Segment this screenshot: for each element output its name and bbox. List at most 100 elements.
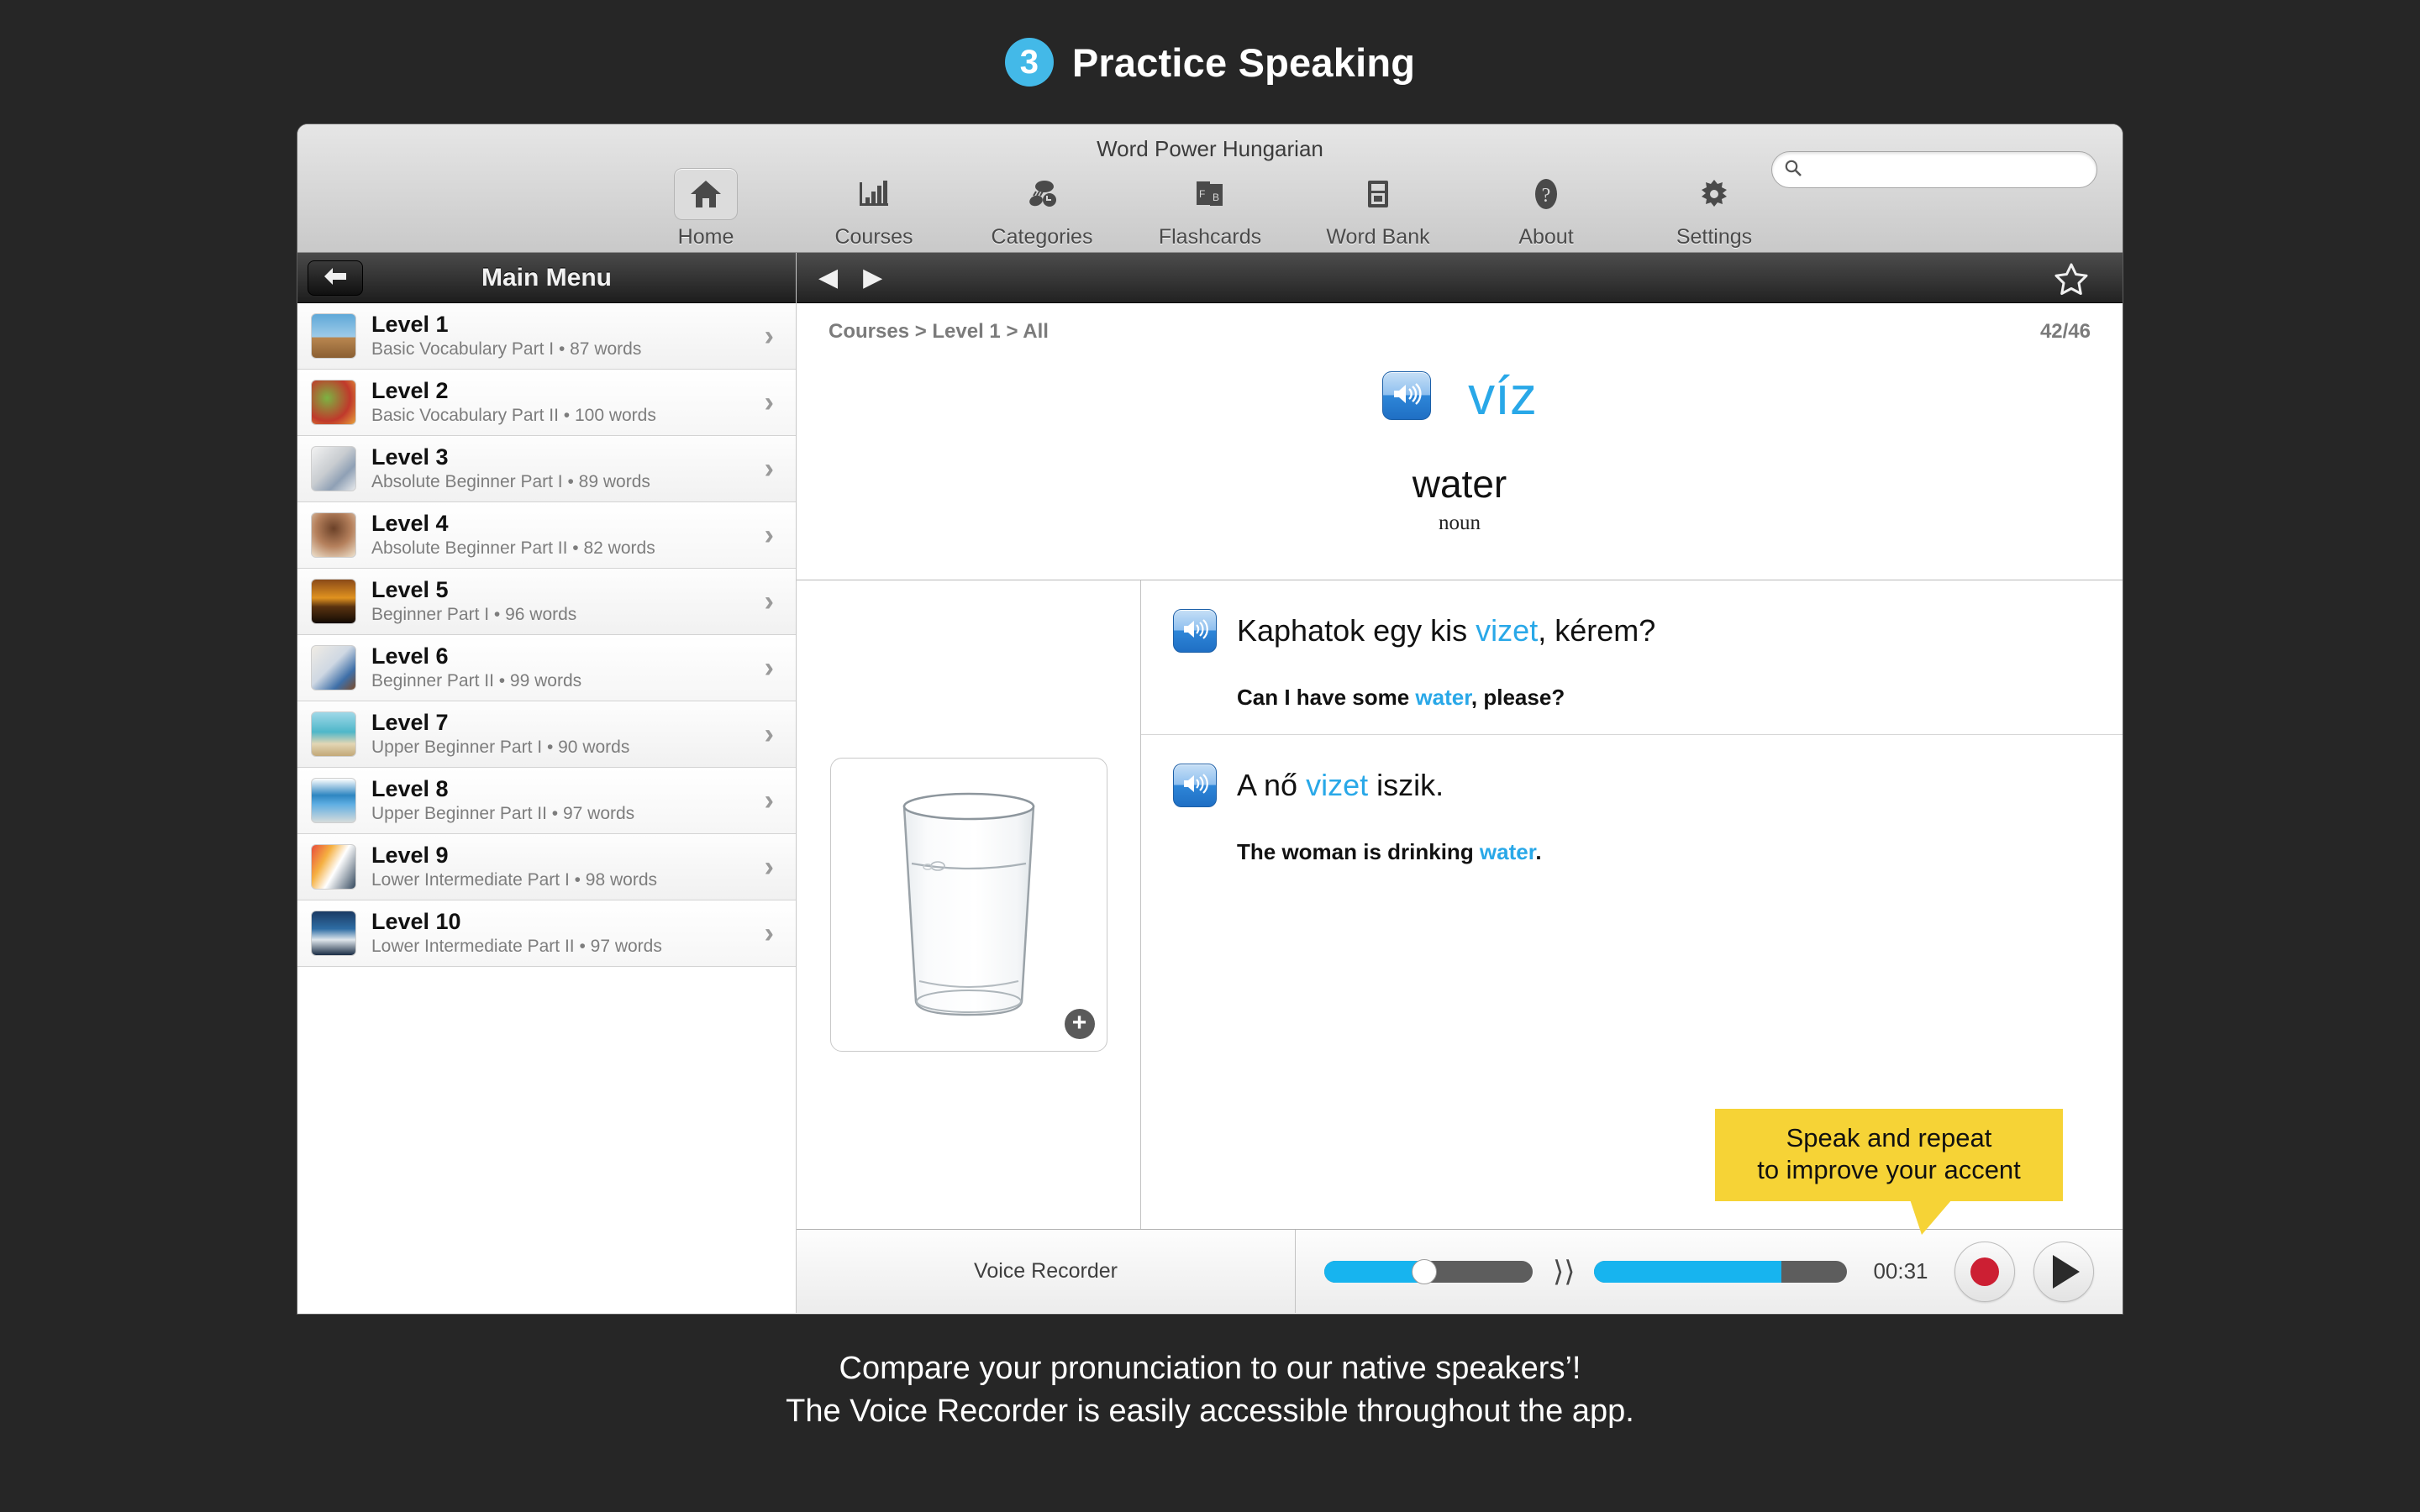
plus-circle-icon[interactable]: + bbox=[1064, 1009, 1095, 1039]
chevron-right-icon: › bbox=[764, 917, 774, 949]
sentence-target-before: Kaphatok egy kis bbox=[1237, 613, 1476, 648]
playback-time: 00:31 bbox=[1873, 1258, 1928, 1284]
list-item[interactable]: Level 6 Beginner Part II • 99 words › bbox=[297, 635, 796, 701]
step-banner: 3 Practice Speaking bbox=[0, 0, 2420, 124]
headword-row: víz bbox=[797, 369, 2123, 423]
caption-line-1: Compare your pronunciation to our native… bbox=[839, 1351, 1581, 1386]
sentence-target-after: iszik. bbox=[1368, 768, 1444, 802]
back-button[interactable] bbox=[308, 260, 363, 296]
sentence-target-row: A nő vizet iszik. bbox=[1173, 764, 2123, 807]
example-sentence-1: Kaphatok egy kis vizet, kérem? Can I hav… bbox=[1141, 580, 2123, 734]
sentence-audio-button-2[interactable] bbox=[1173, 764, 1217, 807]
sentence-audio-button-1[interactable] bbox=[1173, 609, 1217, 653]
headword-audio-button[interactable] bbox=[1382, 371, 1432, 420]
level-thumbnail bbox=[311, 512, 356, 558]
toolbar-label-word-bank: Word Bank bbox=[1326, 225, 1430, 249]
prev-arrow-icon[interactable]: ◀ bbox=[818, 265, 838, 291]
word-image-card[interactable]: + bbox=[829, 758, 1107, 1052]
next-arrow-icon[interactable]: ▶ bbox=[863, 265, 882, 291]
volume-knob[interactable] bbox=[1412, 1258, 1438, 1284]
level-text: Level 6 Beginner Part II • 99 words bbox=[371, 643, 765, 692]
sentence-english-text: Can I have some water, please? bbox=[1237, 685, 2123, 711]
toolbar-item-flashcards[interactable]: F B Flashcards bbox=[1126, 165, 1294, 249]
callout-line-1: Speak and repeat bbox=[1786, 1123, 1992, 1152]
level-subtitle: Lower Intermediate Part II • 97 words bbox=[371, 937, 662, 957]
speaker-icon bbox=[1181, 618, 1208, 644]
flashcards-icon: F B bbox=[1178, 168, 1242, 220]
level-subtitle: Beginner Part II • 99 words bbox=[371, 671, 582, 691]
list-item[interactable]: Level 4 Absolute Beginner Part II • 82 w… bbox=[297, 502, 796, 569]
sentence-english-before: The woman is drinking bbox=[1237, 839, 1480, 864]
volume-fill bbox=[1324, 1260, 1425, 1283]
toolbar-item-word-bank[interactable]: Word Bank bbox=[1294, 165, 1462, 249]
categories-icon bbox=[1010, 168, 1074, 220]
playback-progress-slider[interactable] bbox=[1593, 1260, 1847, 1283]
list-item[interactable]: Level 2 Basic Vocabulary Part II • 100 w… bbox=[297, 370, 796, 436]
level-subtitle: Absolute Beginner Part I • 89 words bbox=[371, 472, 650, 492]
sound-wave-icon: ⟩⟩ bbox=[1553, 1255, 1576, 1288]
chevron-right-icon: › bbox=[764, 851, 774, 883]
sentence-english-after: . bbox=[1535, 839, 1542, 864]
list-item[interactable]: Level 9 Lower Intermediate Part I • 98 w… bbox=[297, 834, 796, 900]
app-toolbar: Word Power Hungarian Home Courses Catego… bbox=[297, 124, 2123, 253]
toolbar-item-categories[interactable]: Categories bbox=[958, 165, 1126, 249]
chevron-right-icon: › bbox=[764, 453, 774, 485]
level-name: Level 3 bbox=[371, 444, 449, 470]
sidebar-title: Main Menu bbox=[481, 263, 612, 291]
home-icon bbox=[674, 168, 738, 220]
level-subtitle: Absolute Beginner Part II • 82 words bbox=[371, 538, 655, 559]
sentence-target-row: Kaphatok egy kis vizet, kérem? bbox=[1173, 609, 2123, 653]
breadcrumb[interactable]: Courses > Level 1 > All bbox=[829, 320, 1049, 344]
chevron-right-icon: › bbox=[764, 519, 774, 551]
toolbar-item-about[interactable]: ? About bbox=[1462, 165, 1630, 249]
list-item[interactable]: Level 3 Absolute Beginner Part I • 89 wo… bbox=[297, 436, 796, 502]
level-name: Level 9 bbox=[371, 842, 449, 868]
level-list: Level 1 Basic Vocabulary Part I • 87 wor… bbox=[297, 303, 796, 967]
favorite-button[interactable] bbox=[2054, 262, 2089, 300]
level-name: Level 8 bbox=[371, 775, 449, 801]
level-thumbnail bbox=[311, 380, 356, 425]
toolbar-label-categories: Categories bbox=[991, 225, 1093, 249]
level-name: Level 7 bbox=[371, 709, 449, 735]
list-item[interactable]: Level 10 Lower Intermediate Part II • 97… bbox=[297, 900, 796, 967]
level-text: Level 2 Basic Vocabulary Part II • 100 w… bbox=[371, 377, 765, 427]
sentence-target-text: Kaphatok egy kis vizet, kérem? bbox=[1237, 609, 1655, 652]
footer-caption: Compare your pronunciation to our native… bbox=[0, 1347, 2420, 1432]
search-icon bbox=[1784, 159, 1802, 181]
level-text: Level 1 Basic Vocabulary Part I • 87 wor… bbox=[371, 312, 765, 360]
list-item[interactable]: Level 8 Upper Beginner Part II • 97 word… bbox=[297, 768, 796, 834]
search-box[interactable] bbox=[1771, 151, 2097, 188]
part-of-speech: noun bbox=[1439, 512, 1481, 534]
playback-progress-fill bbox=[1593, 1260, 1781, 1283]
chevron-right-icon: › bbox=[764, 585, 774, 617]
list-item[interactable]: Level 1 Basic Vocabulary Part I • 87 wor… bbox=[297, 303, 796, 370]
step-title: Practice Speaking bbox=[1071, 39, 1416, 85]
search-input[interactable] bbox=[1809, 159, 2085, 181]
level-name: Level 6 bbox=[371, 643, 449, 669]
voice-recorder-label: Voice Recorder bbox=[797, 1230, 1296, 1313]
level-subtitle: Beginner Part I • 96 words bbox=[371, 605, 577, 625]
level-subtitle: Basic Vocabulary Part II • 100 words bbox=[371, 406, 656, 426]
chevron-right-icon: › bbox=[764, 785, 774, 816]
play-button[interactable] bbox=[2033, 1241, 2094, 1302]
bar-chart-icon bbox=[842, 168, 906, 220]
level-name: Level 4 bbox=[371, 510, 449, 536]
list-item[interactable]: Level 7 Upper Beginner Part I • 90 words… bbox=[297, 701, 796, 768]
gloss-text: water bbox=[1412, 462, 1507, 506]
chevron-right-icon: › bbox=[764, 320, 774, 352]
level-subtitle: Upper Beginner Part II • 97 words bbox=[371, 804, 635, 824]
content-nav-bar: ◀ ▶ bbox=[797, 253, 2123, 303]
record-button[interactable] bbox=[1954, 1241, 2015, 1302]
level-name: Level 1 bbox=[371, 311, 449, 337]
list-item[interactable]: Level 5 Beginner Part I • 96 words › bbox=[297, 569, 796, 635]
level-thumbnail bbox=[311, 579, 356, 624]
sentence-target-text: A nő vizet iszik. bbox=[1237, 764, 1444, 806]
sentence-target-after: , kérem? bbox=[1538, 613, 1656, 648]
callout-line-2: to improve your accent bbox=[1757, 1154, 2021, 1184]
speaker-icon bbox=[1181, 773, 1208, 799]
toolbar-item-home[interactable]: Home bbox=[622, 165, 790, 249]
toolbar-item-courses[interactable]: Courses bbox=[790, 165, 958, 249]
level-name: Level 2 bbox=[371, 377, 449, 403]
volume-slider[interactable] bbox=[1324, 1258, 1533, 1284]
level-name: Level 10 bbox=[371, 908, 461, 934]
